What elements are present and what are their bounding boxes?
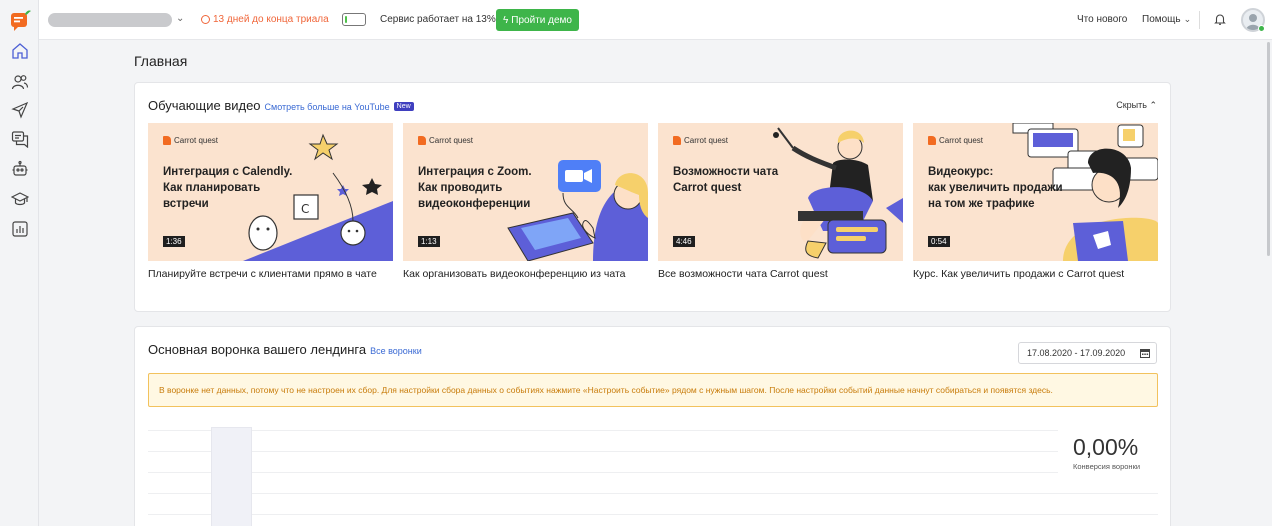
chevron-down-icon: ⌄ <box>1183 14 1192 24</box>
bot-icon[interactable] <box>9 158 31 180</box>
funnel-header: Основная воронка вашего лендинга Все воро… <box>148 342 422 357</box>
conversion-value: 0,00% <box>1073 434 1139 460</box>
video-duration: 4:46 <box>673 236 695 247</box>
brand-logo: Carrot quest <box>673 136 728 145</box>
landing-funnel-card: Основная воронка вашего лендинга Все воро… <box>134 326 1171 526</box>
tutorial-videos-title: Обучающие видео <box>148 98 261 113</box>
video-thumbnail[interactable]: Carrot quest Интеграция с Zoom. Как пров… <box>403 123 648 261</box>
sidebar <box>0 0 39 526</box>
video-card-sales-course[interactable]: Carrot quest Видеокурс: как увеличить пр… <box>913 123 1158 281</box>
help-menu[interactable]: Помощь ⌄ <box>1142 14 1191 25</box>
online-status-dot <box>1258 25 1265 32</box>
service-level-indicator <box>342 13 366 26</box>
video-thumbnail[interactable]: Carrot quest Возможности чата Carrot que… <box>658 123 903 261</box>
hide-videos-button[interactable]: Скрыть ⌃ <box>1116 100 1157 111</box>
brand-name: Carrot quest <box>429 136 474 145</box>
brand-name: Carrot quest <box>684 136 729 145</box>
video-card-calendly[interactable]: C Carrot quest Интеграция с Calendly. Ка… <box>148 123 393 281</box>
trial-text: 13 дней до конца триала <box>213 14 329 25</box>
chevron-up-icon: ⌃ <box>1149 100 1157 110</box>
clock-icon <box>201 15 210 24</box>
video-duration: 1:13 <box>418 236 440 247</box>
analytics-icon[interactable] <box>9 218 31 240</box>
carrot-icon <box>928 136 936 145</box>
carrot-icon <box>163 136 171 145</box>
take-demo-button[interactable]: ϟ Пройти демо <box>496 9 579 31</box>
date-range-value: 17.08.2020 - 17.09.2020 <box>1027 348 1126 358</box>
youtube-more-link[interactable]: Смотреть больше на YouTube <box>265 102 390 112</box>
tutorial-videos-card: Обучающие видео Смотреть больше на YouTub… <box>134 82 1171 312</box>
whats-new-link[interactable]: Что нового <box>1077 14 1127 25</box>
video-caption[interactable]: Как организовать видеоконференцию из чат… <box>403 268 648 281</box>
page-scrollbar[interactable] <box>1267 42 1270 256</box>
video-thumbnail[interactable]: C Carrot quest Интеграция с Calendly. Ка… <box>148 123 393 261</box>
brand-logo: Carrot quest <box>928 136 983 145</box>
project-selector[interactable] <box>48 13 172 27</box>
take-demo-label: Пройти демо <box>511 14 572 26</box>
all-funnels-link[interactable]: Все воронки <box>370 346 422 356</box>
chart-gridline <box>148 493 1158 494</box>
chart-gridline <box>148 451 1058 452</box>
lightning-icon: ϟ <box>503 14 509 26</box>
brand-logo: Carrot quest <box>418 136 473 145</box>
campaigns-rocket-icon[interactable] <box>9 99 31 121</box>
video-card-zoom[interactable]: Carrot quest Интеграция с Zoom. Как пров… <box>403 123 648 281</box>
video-thumbnail-title: Возможности чата Carrot quest <box>673 166 779 194</box>
divider <box>1199 11 1200 29</box>
video-caption[interactable]: Все возможности чата Carrot quest <box>658 268 903 281</box>
carrot-icon <box>673 136 681 145</box>
service-level-fill <box>345 16 347 23</box>
svg-text:C: C <box>301 202 309 216</box>
date-range-picker[interactable]: 17.08.2020 - 17.09.2020 <box>1018 342 1157 364</box>
video-thumbnail-title: Интеграция с Zoom. Как проводить видеоко… <box>418 166 532 210</box>
brand-name: Carrot quest <box>939 136 984 145</box>
brand-logo: Carrot quest <box>163 136 218 145</box>
video-caption[interactable]: Курс. Как увеличить продажи с Carrot que… <box>913 268 1158 281</box>
trial-countdown[interactable]: 13 дней до конца триала <box>201 14 329 25</box>
video-duration: 0:54 <box>928 236 950 247</box>
chevron-down-icon[interactable]: ⌄ <box>176 13 184 24</box>
chart-gridline <box>148 514 1158 515</box>
carrot-quest-logo-icon[interactable] <box>10 9 32 31</box>
top-bar: ⌄ 13 дней до конца триала Сервис работае… <box>39 0 1272 40</box>
video-thumbnail-title: Интеграция с Calendly. Как планировать в… <box>163 166 293 210</box>
conversion-label: Конверсия воронки <box>1073 462 1141 471</box>
users-icon[interactable] <box>9 71 31 93</box>
service-level-text: Сервис работает на 13% <box>380 14 496 25</box>
video-duration: 1:36 <box>163 236 185 247</box>
new-badge: New <box>393 102 414 111</box>
video-thumbnail[interactable]: Carrot quest Видеокурс: как увеличить пр… <box>913 123 1158 261</box>
academy-cap-icon[interactable] <box>9 188 31 210</box>
chart-gridline <box>148 430 1058 431</box>
video-thumbnail-title: Видеокурс: как увеличить продажи на том … <box>928 166 1063 210</box>
video-caption[interactable]: Планируйте встречи с клиентами прямо в ч… <box>148 268 393 281</box>
no-data-warning: В воронке нет данных, потому что не наст… <box>148 373 1158 407</box>
funnel-step-bar[interactable] <box>211 427 252 526</box>
chats-icon[interactable] <box>9 128 31 150</box>
carrot-icon <box>418 136 426 145</box>
bell-icon[interactable] <box>1213 12 1227 26</box>
tutorial-videos-header: Обучающие видео Смотреть больше на YouTub… <box>148 98 414 113</box>
brand-name: Carrot quest <box>174 136 219 145</box>
help-label: Помощь <box>1142 14 1181 25</box>
calendar-icon <box>1140 349 1150 358</box>
video-card-chat-features[interactable]: Carrot quest Возможности чата Carrot que… <box>658 123 903 281</box>
funnel-title: Основная воронка вашего лендинга <box>148 342 367 357</box>
chart-gridline <box>148 472 1058 473</box>
page-title: Главная <box>134 53 188 69</box>
hide-label: Скрыть <box>1116 100 1147 110</box>
home-icon[interactable] <box>9 40 31 62</box>
